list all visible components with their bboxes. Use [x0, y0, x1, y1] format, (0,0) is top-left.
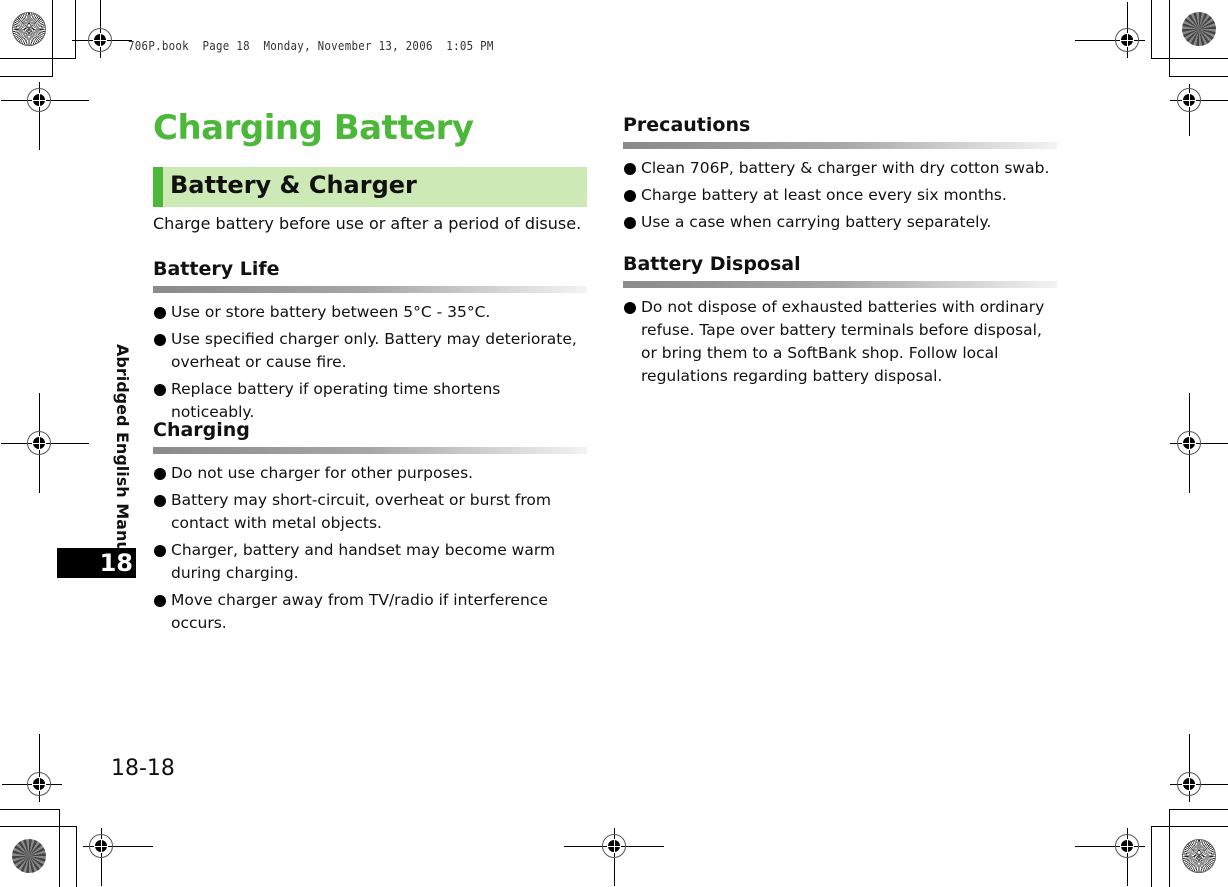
bullet-icon [624, 302, 636, 314]
bullet-icon [624, 217, 636, 229]
section-rule [153, 447, 587, 454]
banner-accent-bar [153, 167, 163, 207]
bullet-icon [154, 468, 166, 480]
section-heading: Charging [153, 419, 250, 441]
list-item: Use or store battery between 5°C - 35°C. [153, 301, 587, 324]
section-rule [623, 281, 1057, 288]
print-header: 706P.book Page 18 Monday, November 13, 2… [128, 39, 494, 53]
banner-title: Battery & Charger [170, 171, 417, 199]
section-battery-disposal: Battery Disposal Do not dispose of exhau… [623, 251, 1057, 392]
section-rule [623, 142, 1057, 149]
list-item: Do not dispose of exhausted batteries wi… [623, 296, 1057, 388]
bullet-icon [624, 190, 636, 202]
bullet-icon [154, 595, 166, 607]
page-number: 18-18 [111, 756, 175, 781]
list-item: Charger, battery and handset may become … [153, 539, 587, 585]
registration-star-icon [1182, 839, 1216, 873]
section-battery-life: Battery Life Use or store battery betwee… [153, 256, 587, 428]
section-precautions: Precautions Clean 706P, battery & charge… [623, 112, 1057, 238]
bullet-icon [154, 334, 166, 346]
registration-star-icon [12, 12, 46, 46]
list-item: Move charger away from TV/radio if inter… [153, 589, 587, 635]
section-heading: Battery Life [153, 258, 280, 280]
list-item: Use specified charger only. Battery may … [153, 328, 587, 374]
side-tab-text: Abridged English Manual [113, 344, 132, 569]
bullet-icon [154, 384, 166, 396]
list-item: Battery may short-circuit, overheat or b… [153, 489, 587, 535]
chapter-number-tab: 18 [57, 548, 136, 578]
section-banner: Battery & Charger [153, 167, 587, 207]
side-tab-label: Abridged English Manual [110, 344, 134, 569]
page-title: Charging Battery [153, 108, 474, 148]
section-rule [153, 286, 587, 293]
list-item: Do not use charger for other purposes. [153, 462, 587, 485]
section-heading: Precautions [623, 114, 751, 136]
registration-star-icon [12, 839, 46, 873]
bullet-icon [154, 307, 166, 319]
list-item: Use a case when carrying battery separat… [623, 211, 1057, 234]
registration-star-icon [1182, 12, 1216, 46]
intro-text: Charge battery before use or after a per… [153, 214, 582, 233]
section-charging: Charging Do not use charger for other pu… [153, 417, 587, 639]
list-item: Clean 706P, battery & charger with dry c… [623, 157, 1057, 180]
section-heading: Battery Disposal [623, 253, 801, 275]
list-item: Charge battery at least once every six m… [623, 184, 1057, 207]
bullet-icon [624, 163, 636, 175]
bullet-icon [154, 495, 166, 507]
bullet-icon [154, 545, 166, 557]
